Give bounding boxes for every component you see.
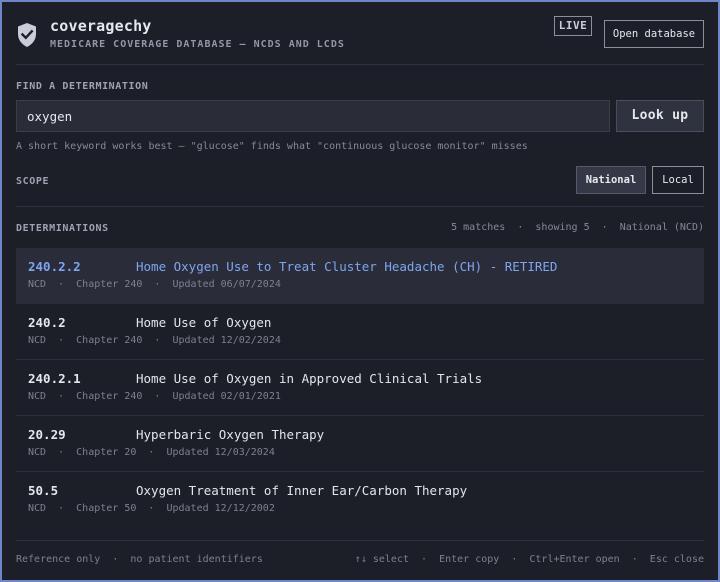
footer-divider	[16, 540, 704, 541]
keyboard-shortcuts: ↑↓ select · Enter copy · Ctrl+Enter open…	[354, 554, 704, 565]
result-row[interactable]: 240.2 Home Use of Oxygen NCD · Chapter 2…	[16, 304, 704, 359]
result-title: Hyperbaric Oxygen Therapy	[136, 427, 325, 442]
footer-disclaimer: Reference only · no patient identifiers	[16, 554, 263, 565]
live-status-badge: LIVE	[554, 16, 592, 36]
scope-local-button[interactable]: Local	[652, 166, 704, 194]
header-divider	[16, 64, 704, 65]
results-count: 5 matches · showing 5 · National (NCD)	[451, 222, 704, 233]
result-id: 240.2.1	[28, 371, 81, 386]
result-meta: NCD · Chapter 240 · Updated 06/07/2024	[28, 279, 281, 290]
result-meta: NCD · Chapter 240 · Updated 02/01/2021	[28, 391, 281, 402]
open-database-button[interactable]: Open database	[604, 20, 704, 48]
result-id: 240.2	[28, 315, 66, 330]
result-title: Home Use of Oxygen	[136, 315, 272, 330]
result-meta: NCD · Chapter 240 · Updated 12/02/2024	[28, 335, 281, 346]
app-window: coveragechy MEDICARE COVERAGE DATABASE —…	[0, 0, 720, 582]
result-meta: NCD · Chapter 20 · Updated 12/03/2024	[28, 447, 275, 458]
scope-national-button[interactable]: National	[576, 166, 646, 194]
result-row[interactable]: 20.29 Hyperbaric Oxygen Therapy NCD · Ch…	[16, 416, 704, 471]
result-meta: NCD · Chapter 50 · Updated 12/12/2002	[28, 503, 275, 514]
result-id: 240.2.2	[28, 259, 81, 274]
result-row[interactable]: 50.5 Oxygen Treatment of Inner Ear/Carbo…	[16, 472, 704, 527]
result-title: Home Use of Oxygen in Approved Clinical …	[136, 371, 483, 386]
find-section-label: FIND A DETERMINATION	[16, 81, 149, 92]
search-input[interactable]: oxygen	[16, 100, 610, 132]
app-subtitle: MEDICARE COVERAGE DATABASE — NCDS AND LC…	[50, 39, 345, 50]
scope-label: SCOPE	[16, 176, 50, 187]
result-id: 50.5	[28, 483, 59, 498]
scope-divider	[16, 206, 704, 207]
determinations-label: DETERMINATIONS	[16, 223, 109, 234]
search-hint: A short keyword works best — "glucose" f…	[16, 141, 528, 152]
look-up-button[interactable]: Look up	[616, 100, 704, 132]
app-title: coveragechy	[50, 17, 152, 35]
result-title: Home Oxygen Use to Treat Cluster Headach…	[136, 259, 558, 274]
shield-check-icon	[18, 23, 36, 47]
result-row[interactable]: 240.2.1 Home Use of Oxygen in Approved C…	[16, 360, 704, 415]
result-row[interactable]: 240.2.2 Home Oxygen Use to Treat Cluster…	[16, 248, 704, 303]
result-id: 20.29	[28, 427, 66, 442]
result-title: Oxygen Treatment of Inner Ear/Carbon The…	[136, 483, 468, 498]
